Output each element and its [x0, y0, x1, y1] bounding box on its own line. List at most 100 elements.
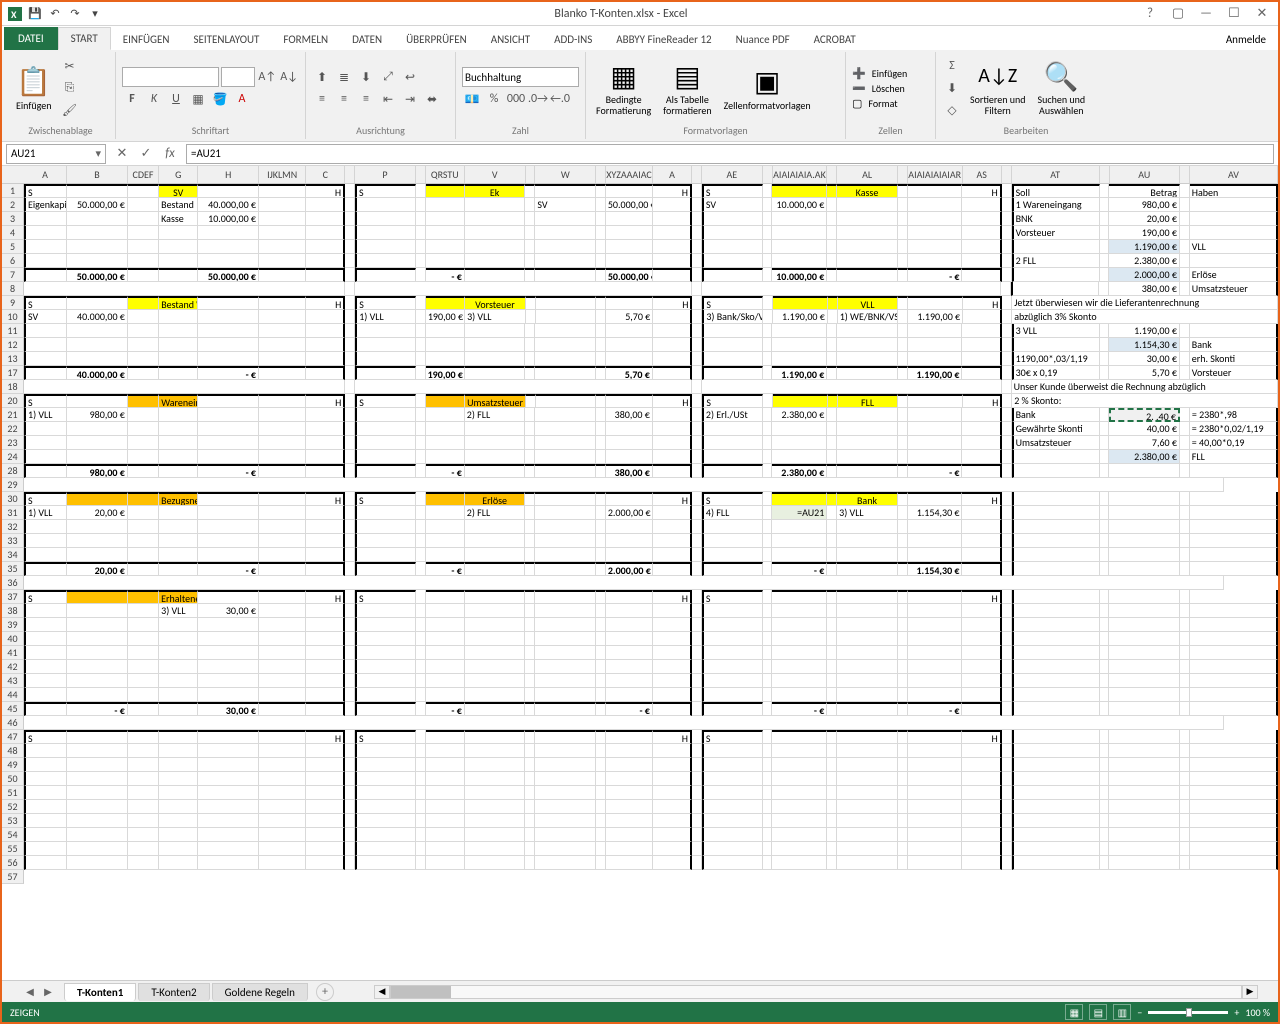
- font-combo[interactable]: [122, 67, 219, 87]
- maximize-icon[interactable]: ☐: [1222, 4, 1246, 24]
- undo-icon[interactable]: ↶: [46, 5, 64, 23]
- window-title: Blanko T-Konten.xlsx - Excel: [104, 7, 1138, 21]
- tab-abbyy[interactable]: ABBYY FineReader 12: [604, 29, 723, 50]
- align-right-icon[interactable]: ≡: [356, 89, 376, 109]
- scroll-left-icon[interactable]: ◀: [374, 985, 390, 999]
- scroll-right-icon[interactable]: ▶: [1242, 985, 1258, 999]
- title-bar: X 💾 ↶ ↷ ▾ Blanko T-Konten.xlsx - Excel ?…: [2, 2, 1278, 26]
- fill-icon[interactable]: ⬇: [942, 78, 962, 98]
- sheet-nav-prev-icon[interactable]: ◀: [22, 984, 38, 1000]
- minimize-icon[interactable]: —: [1194, 4, 1218, 24]
- tab-view[interactable]: ANSICHT: [479, 29, 542, 50]
- spreadsheet-grid[interactable]: ABCDEFGHIJKLMNCPQRSTUVWXYZAAAIACAAEAIAIA…: [2, 166, 1278, 1002]
- zoom-out-icon[interactable]: −: [1137, 1006, 1142, 1019]
- fill-color-icon[interactable]: 🪣: [210, 89, 230, 109]
- insert-cells-button[interactable]: ➕Einfügen: [852, 67, 907, 80]
- zoom-slider[interactable]: [1148, 1011, 1228, 1014]
- find-icon: 🔍: [1045, 60, 1077, 92]
- sheet-nav-next-icon[interactable]: ▶: [40, 984, 56, 1000]
- accept-formula-icon[interactable]: ✓: [134, 144, 158, 164]
- normal-view-icon[interactable]: ▦: [1065, 1004, 1083, 1020]
- format-cells-button[interactable]: ▢Format: [852, 97, 907, 110]
- tab-file[interactable]: DATEI: [4, 27, 58, 50]
- fx-icon[interactable]: fx: [158, 144, 182, 164]
- insert-cell-icon: ➕: [852, 67, 866, 80]
- tab-data[interactable]: DATEN: [340, 29, 394, 50]
- delete-cells-button[interactable]: ➖Löschen: [852, 82, 907, 95]
- sheet-tab-2[interactable]: T-Konten2: [138, 983, 209, 1001]
- cells-area[interactable]: SSVHSEkHSKasseHSollBetragHabenEigenkapit…: [24, 184, 1278, 1002]
- increase-indent-icon[interactable]: ⇥: [400, 89, 420, 109]
- tab-insert[interactable]: EINFÜGEN: [111, 29, 182, 50]
- increase-decimal-icon[interactable]: .0→: [528, 89, 548, 109]
- cell-styles-button[interactable]: ▣Zellenformatvorlagen: [720, 64, 815, 113]
- align-center-icon[interactable]: ≡: [334, 89, 354, 109]
- font-color-icon[interactable]: A: [232, 89, 252, 109]
- sheet-tab-1[interactable]: T-Konten1: [64, 983, 136, 1001]
- autosum-icon[interactable]: Σ: [942, 56, 962, 76]
- paste-button[interactable]: 📋 Einfügen: [12, 64, 56, 113]
- name-box[interactable]: AU21▾: [6, 144, 106, 164]
- find-select-button[interactable]: 🔍Suchen und Auswählen: [1034, 58, 1090, 118]
- align-left-icon[interactable]: ≡: [312, 89, 332, 109]
- zoom-in-icon[interactable]: +: [1234, 1006, 1239, 1019]
- sign-in-link[interactable]: Anmelde: [1216, 29, 1276, 50]
- save-icon[interactable]: 💾: [26, 5, 44, 23]
- tab-addins[interactable]: ADD-INS: [542, 29, 604, 50]
- percent-icon[interactable]: %: [484, 89, 504, 109]
- sort-icon: A↓Z: [982, 60, 1014, 92]
- pagebreak-view-icon[interactable]: ▥: [1113, 1004, 1131, 1020]
- help-icon[interactable]: ?: [1138, 4, 1162, 24]
- status-mode: ZEIGEN: [10, 1006, 40, 1019]
- close-icon[interactable]: ✕: [1250, 4, 1274, 24]
- ribbon: 📋 Einfügen ✂ ⎘ 🖌 Zwischenablage A↑A↓ FKU…: [2, 50, 1278, 142]
- group-alignment-label: Ausrichtung: [312, 122, 449, 137]
- number-format-combo[interactable]: Buchhaltung: [462, 67, 579, 87]
- horizontal-scrollbar[interactable]: ◀ ▶: [374, 985, 1258, 999]
- row-headers[interactable]: 1234567891011121317182021222324282930313…: [2, 184, 24, 884]
- sheet-tab-3[interactable]: Goldene Regeln: [212, 983, 308, 1001]
- redo-icon[interactable]: ↷: [66, 5, 84, 23]
- merge-icon[interactable]: ⬌: [422, 89, 442, 109]
- orientation-icon[interactable]: ⤢: [378, 67, 398, 87]
- ribbon-options-icon[interactable]: ▢: [1166, 4, 1190, 24]
- decrease-indent-icon[interactable]: ⇤: [378, 89, 398, 109]
- copy-icon[interactable]: ⎘: [60, 78, 80, 98]
- increase-font-icon[interactable]: A↑: [257, 67, 277, 87]
- clear-icon[interactable]: ◇: [942, 100, 962, 120]
- wrap-text-icon[interactable]: ↩: [400, 67, 420, 87]
- bold-button[interactable]: F: [122, 89, 142, 109]
- decrease-font-icon[interactable]: A↓: [279, 67, 299, 87]
- group-editing-label: Bearbeiten: [942, 122, 1110, 137]
- conditional-format-button[interactable]: ▦Bedingte Formatierung: [592, 58, 655, 118]
- decrease-decimal-icon[interactable]: ←.0: [550, 89, 570, 109]
- align-middle-icon[interactable]: ≣: [334, 67, 354, 87]
- column-headers[interactable]: ABCDEFGHIJKLMNCPQRSTUVWXYZAAAIACAAEAIAIA…: [2, 166, 1278, 184]
- tab-nuance[interactable]: Nuance PDF: [724, 29, 802, 50]
- italic-button[interactable]: K: [144, 89, 164, 109]
- formula-input[interactable]: =AU21: [186, 144, 1274, 164]
- border-icon[interactable]: ▦: [188, 89, 208, 109]
- sort-filter-button[interactable]: A↓ZSortieren und Filtern: [966, 58, 1030, 118]
- cond-format-icon: ▦: [608, 60, 640, 92]
- tab-start[interactable]: START: [58, 27, 111, 50]
- cut-icon[interactable]: ✂: [60, 56, 80, 76]
- format-painter-icon[interactable]: 🖌: [60, 100, 80, 120]
- add-sheet-button[interactable]: +: [316, 983, 334, 1001]
- pagelayout-view-icon[interactable]: ▤: [1089, 1004, 1107, 1020]
- tab-formulas[interactable]: FORMELN: [271, 29, 340, 50]
- currency-icon[interactable]: 💶: [462, 89, 482, 109]
- align-bottom-icon[interactable]: ⬇: [356, 67, 376, 87]
- format-table-button[interactable]: ▤Als Tabelle formatieren: [659, 58, 715, 118]
- qat-dropdown-icon[interactable]: ▾: [86, 5, 104, 23]
- zoom-level[interactable]: 100 %: [1245, 1006, 1270, 1019]
- comma-icon[interactable]: 000: [506, 89, 526, 109]
- tab-review[interactable]: ÜBERPRÜFEN: [394, 29, 479, 50]
- align-top-icon[interactable]: ⬆: [312, 67, 332, 87]
- tab-pagelayout[interactable]: SEITENLAYOUT: [181, 29, 271, 50]
- font-size-combo[interactable]: [221, 67, 256, 87]
- excel-icon[interactable]: X: [6, 5, 24, 23]
- cancel-formula-icon[interactable]: ✕: [110, 144, 134, 164]
- tab-acrobat[interactable]: ACROBAT: [802, 29, 868, 50]
- underline-button[interactable]: U: [166, 89, 186, 109]
